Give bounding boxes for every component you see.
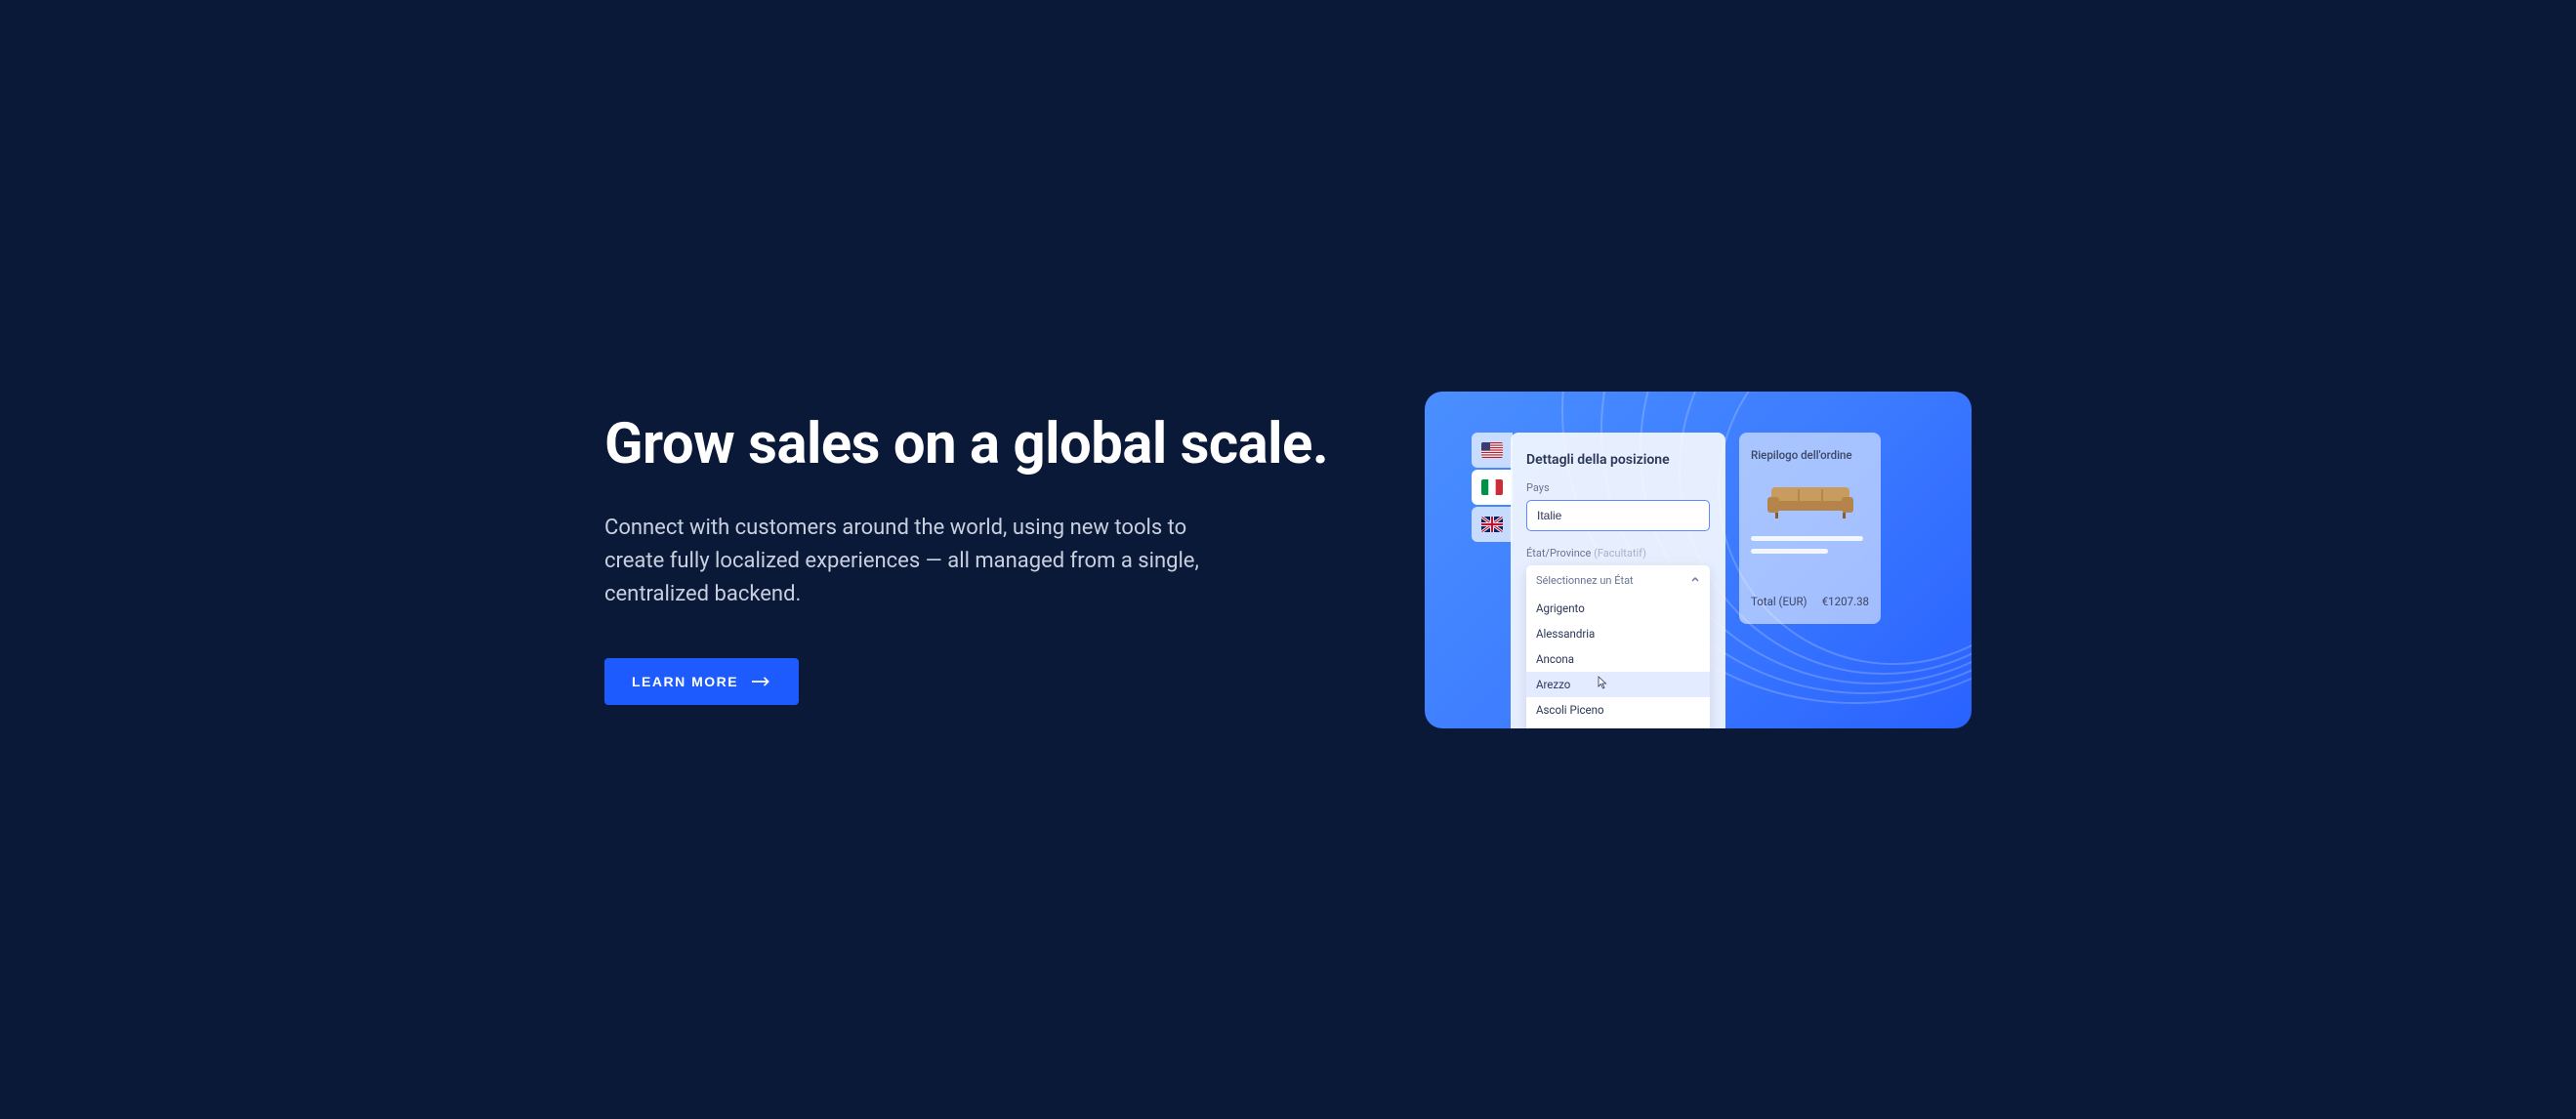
- dropdown-option[interactable]: Alessandria: [1526, 621, 1710, 646]
- order-summary-panel: Riepilogo dell'ordine: [1739, 433, 1881, 624]
- flag-uk-icon: [1481, 517, 1503, 532]
- flag-us-icon: [1481, 442, 1503, 458]
- flag-tab-uk[interactable]: [1472, 507, 1513, 542]
- dropdown-option[interactable]: Asti: [1526, 723, 1710, 728]
- country-label: Pays: [1526, 481, 1710, 494]
- hero-subtext: Connect with customers around the world,…: [604, 512, 1229, 611]
- dropdown-option[interactable]: Arezzo: [1526, 672, 1710, 697]
- summary-title: Riepilogo dell'ordine: [1751, 448, 1869, 462]
- placeholder-line: [1751, 536, 1863, 541]
- total-value: €1207.38: [1822, 595, 1869, 608]
- dropdown-header[interactable]: Sélectionnez un État: [1526, 565, 1710, 596]
- panel-title: Dettagli della posizione: [1526, 452, 1710, 468]
- location-details-panel: Dettagli della posizione Pays État/Provi…: [1511, 433, 1725, 728]
- placeholder-line: [1751, 549, 1828, 554]
- flag-it-icon: [1481, 479, 1503, 495]
- hero-headline: Grow sales on a global scale.: [604, 414, 1347, 477]
- state-dropdown[interactable]: Sélectionnez un État Agrigento Alessandr…: [1526, 565, 1710, 728]
- cursor-icon: [1598, 676, 1608, 689]
- dropdown-option[interactable]: Ascoli Piceno: [1526, 697, 1710, 723]
- flag-tab-it[interactable]: [1472, 470, 1513, 505]
- language-tabs: [1472, 433, 1513, 728]
- arrow-right-icon: [752, 676, 771, 687]
- cta-label: LEARN MORE: [632, 674, 738, 689]
- illustration-panel: Dettagli della posizione Pays État/Provi…: [1425, 392, 1972, 728]
- learn-more-button[interactable]: LEARN MORE: [604, 658, 799, 705]
- dropdown-option[interactable]: Ancona: [1526, 646, 1710, 672]
- dropdown-placeholder: Sélectionnez un État: [1536, 574, 1634, 587]
- total-label: Total (EUR): [1751, 595, 1807, 608]
- sofa-icon: [1762, 479, 1859, 520]
- state-label: État/Province (Facultatif): [1526, 547, 1710, 560]
- chevron-up-icon: [1690, 575, 1700, 585]
- country-input[interactable]: [1526, 500, 1710, 531]
- flag-tab-us[interactable]: [1472, 433, 1513, 468]
- product-image: [1751, 476, 1869, 524]
- dropdown-option[interactable]: Agrigento: [1526, 596, 1710, 621]
